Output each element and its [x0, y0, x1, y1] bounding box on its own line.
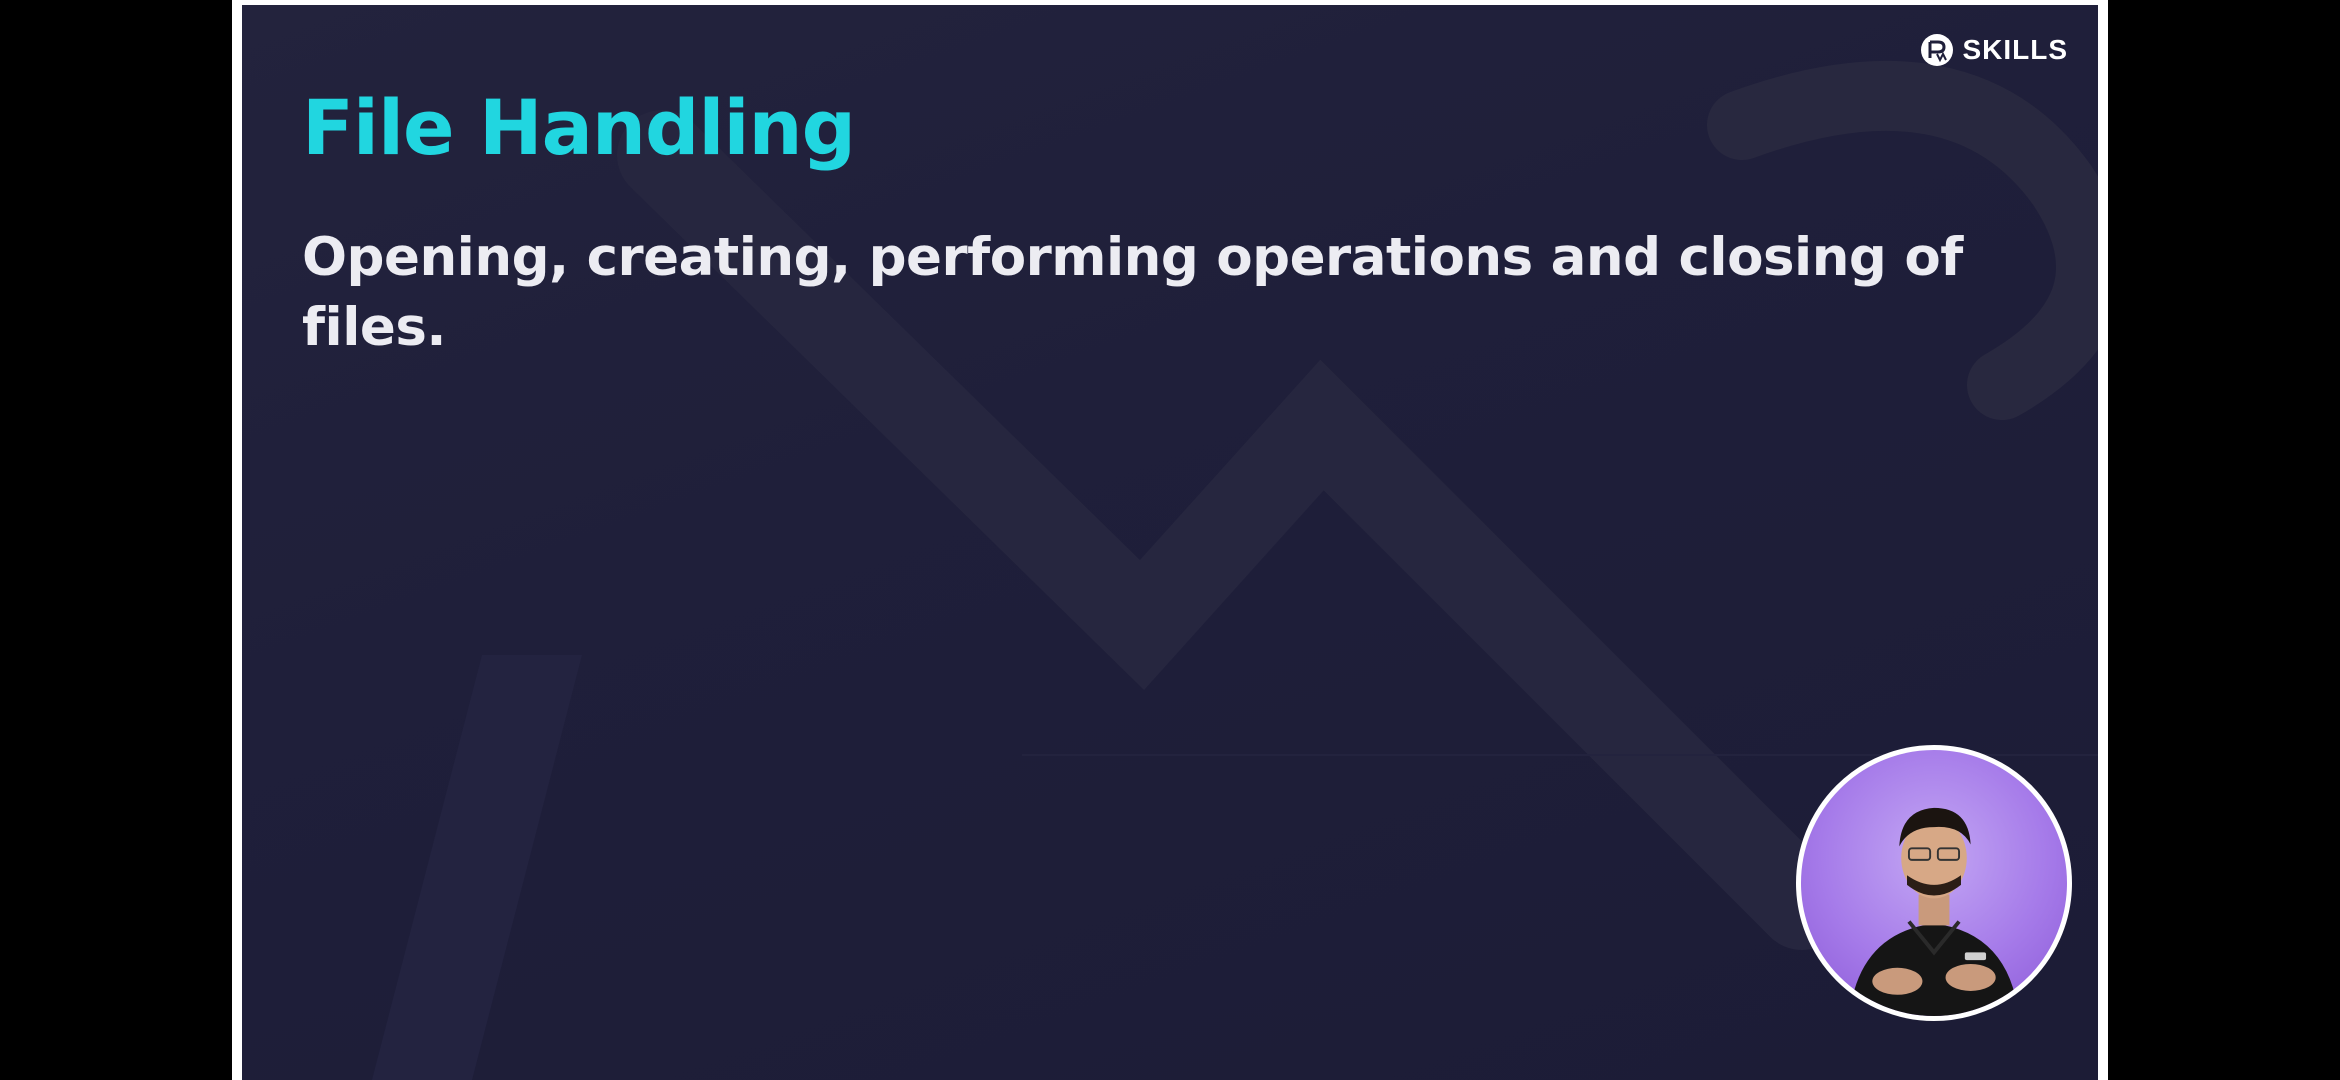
brand-logo: SKILLS — [1920, 33, 2068, 67]
slide-body-text: Opening, creating, performing operations… — [302, 227, 1963, 358]
slide: SKILLS File Handling Opening, creating, … — [242, 5, 2098, 1080]
brand-label: SKILLS — [1962, 34, 2068, 65]
presenter-video — [1796, 745, 2072, 1021]
video-player[interactable]: SKILLS File Handling Opening, creating, … — [0, 0, 2340, 1080]
pw-logo-icon — [1921, 34, 1954, 66]
slide-title: File Handling — [302, 83, 856, 172]
presenter-video-thumbnail — [1849, 807, 2019, 1016]
